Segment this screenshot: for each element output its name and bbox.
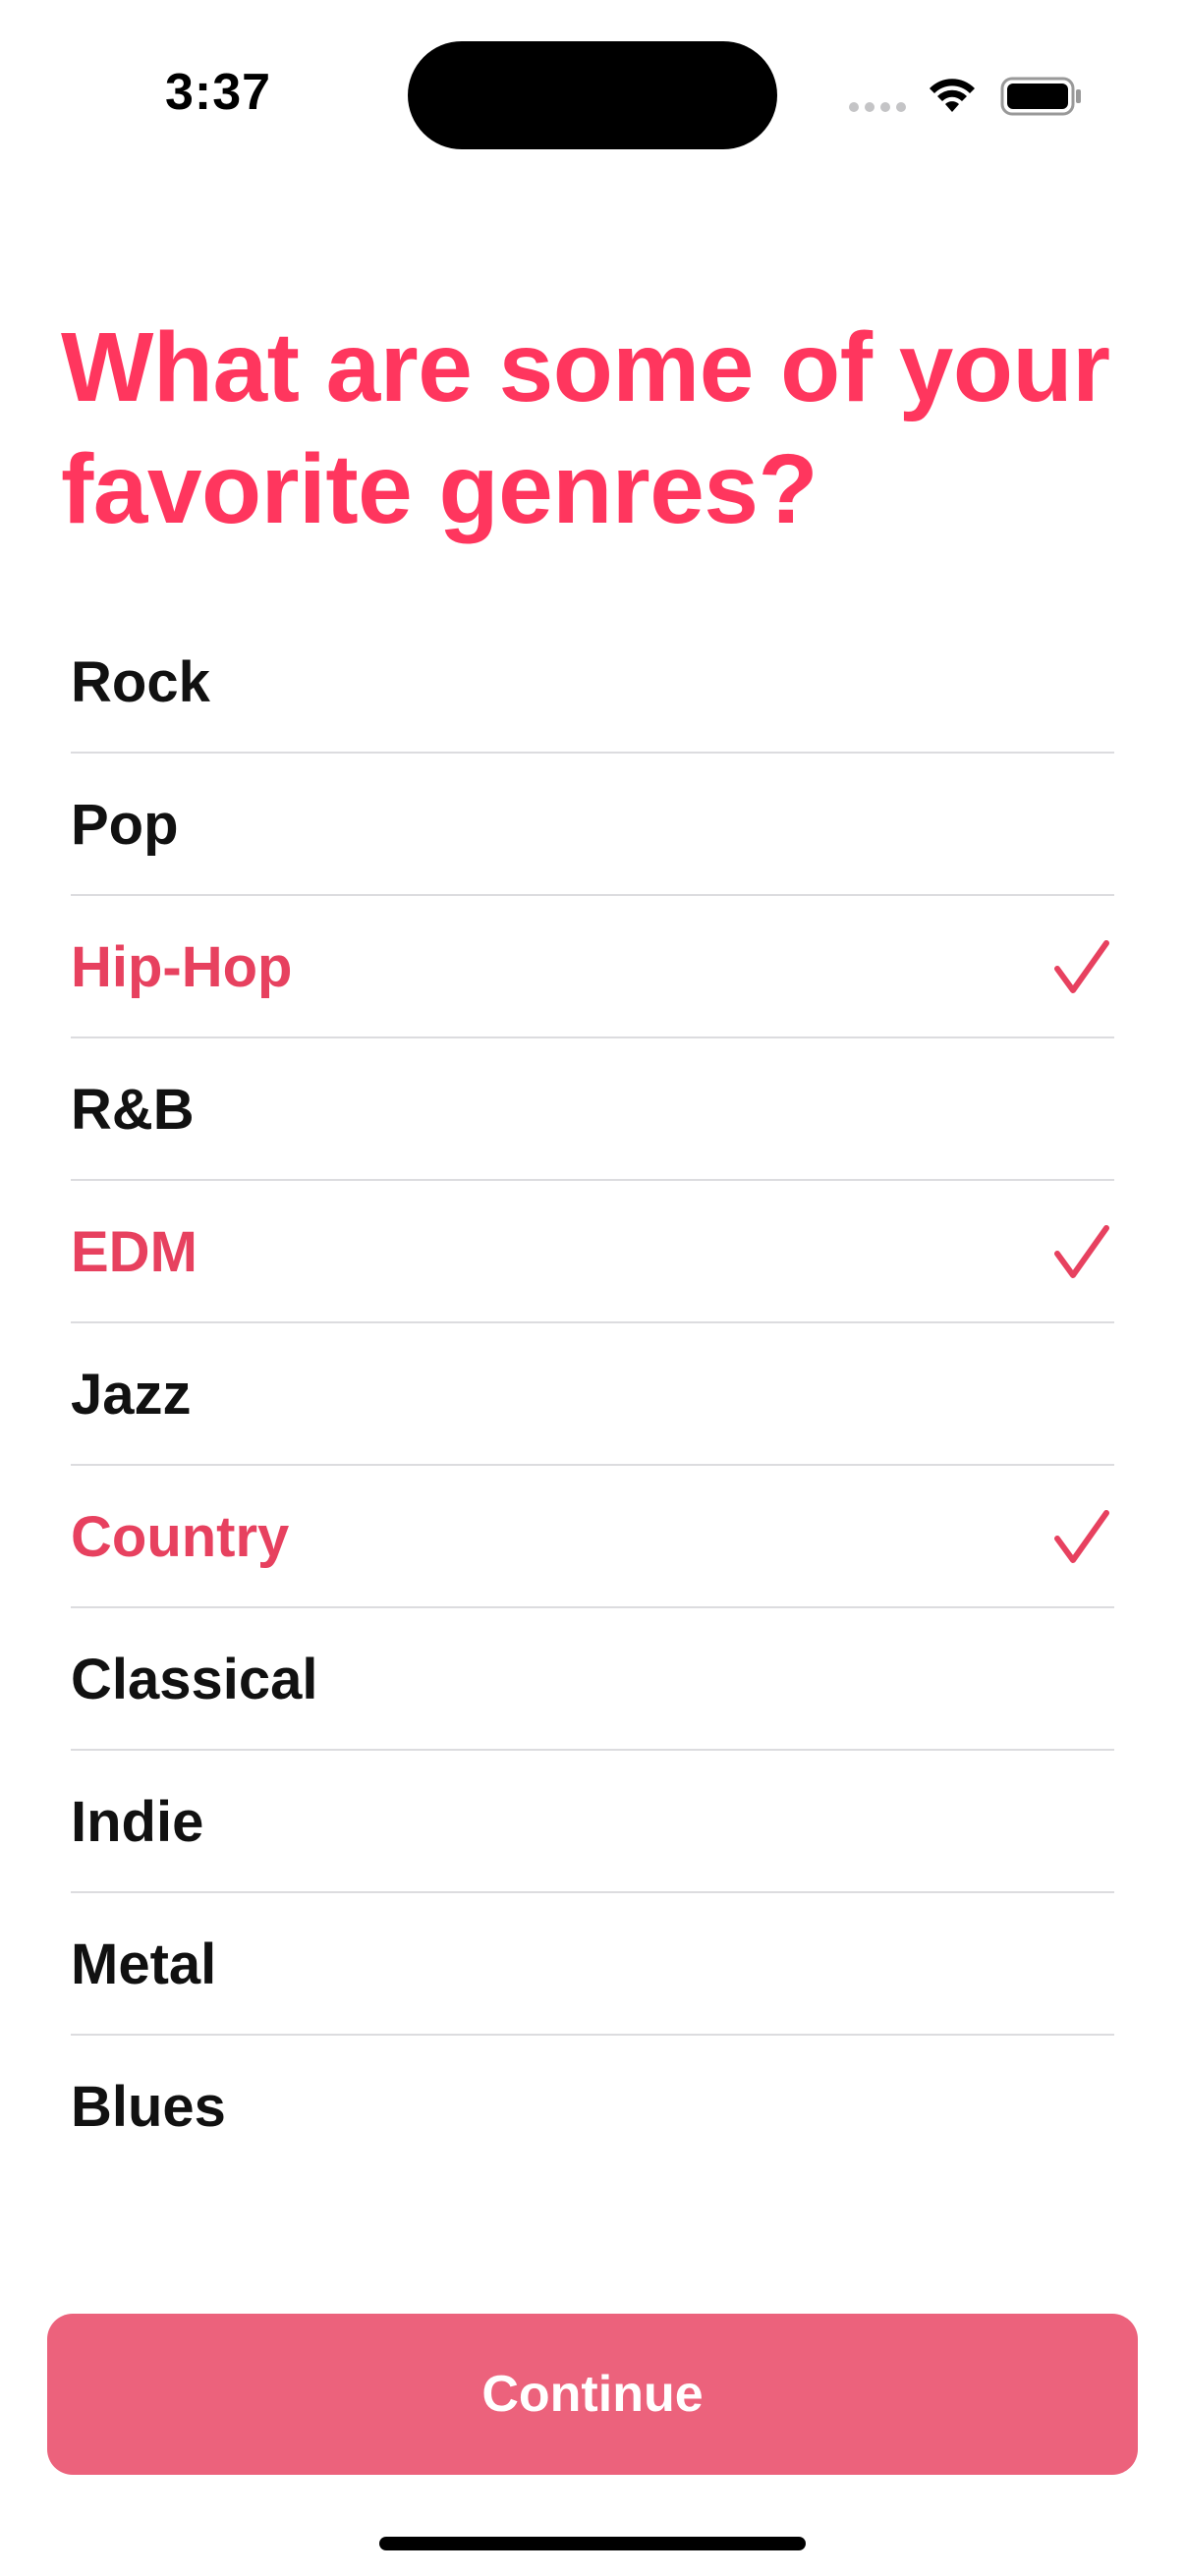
checkmark-icon — [1054, 1510, 1109, 1563]
genre-row-indie[interactable]: Indie — [71, 1751, 1114, 1893]
checkmark-icon — [1054, 1225, 1109, 1278]
genre-row-hip-hop[interactable]: Hip-Hop — [71, 896, 1114, 1038]
genre-row-edm[interactable]: EDM — [71, 1181, 1114, 1323]
page-title: What are some of your favorite genres? — [61, 312, 1110, 544]
genre-list: Rock Pop Hip-Hop R&B EDM Jazz Country Cl… — [71, 611, 1114, 2178]
genre-row-classical[interactable]: Classical — [71, 1608, 1114, 1751]
genre-label: R&B — [71, 1078, 195, 1142]
genre-row-jazz[interactable]: Jazz — [71, 1323, 1114, 1466]
genre-label: Hip-Hop — [71, 935, 293, 999]
genre-row-rock[interactable]: Rock — [71, 611, 1114, 754]
genre-row-blues[interactable]: Blues — [71, 2036, 1114, 2178]
genre-label: EDM — [71, 1220, 198, 1284]
genre-row-r-and-b[interactable]: R&B — [71, 1038, 1114, 1181]
dynamic-island — [408, 41, 777, 149]
genre-label: Indie — [71, 1790, 204, 1854]
wifi-icon — [930, 79, 975, 112]
genre-label: Rock — [71, 650, 210, 714]
continue-button[interactable]: Continue — [47, 2314, 1138, 2475]
genre-label: Blues — [71, 2075, 226, 2139]
genre-label: Metal — [71, 1932, 217, 1996]
genre-label: Pop — [71, 793, 179, 857]
genre-row-country[interactable]: Country — [71, 1466, 1114, 1608]
status-time: 3:37 — [165, 64, 272, 121]
genre-selection-screen: 3:37 What are some of your favorite genr… — [0, 0, 1185, 2576]
genre-label: Classical — [71, 1648, 318, 1711]
genre-row-pop[interactable]: Pop — [71, 754, 1114, 896]
genre-label: Jazz — [71, 1363, 192, 1427]
home-indicator[interactable] — [379, 2537, 806, 2550]
genre-label: Country — [71, 1505, 290, 1569]
cellular-signal-icon — [849, 102, 906, 112]
battery-icon — [1000, 77, 1081, 116]
checkmark-icon — [1054, 940, 1109, 993]
genre-row-metal[interactable]: Metal — [71, 1893, 1114, 2036]
